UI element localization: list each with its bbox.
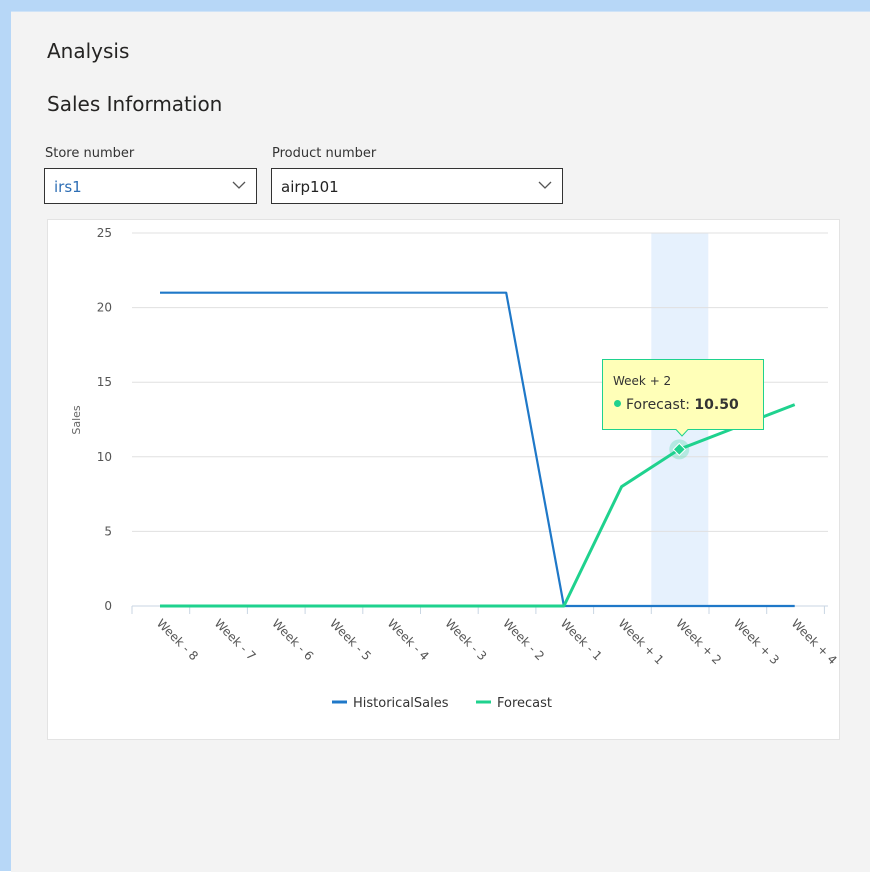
- tooltip-series-name: Forecast: [626, 397, 686, 413]
- tooltip-value: 10.50: [694, 397, 739, 413]
- y-tick-label: 10: [97, 450, 112, 464]
- y-tick-label: 20: [97, 301, 112, 315]
- product-number-value: airp101: [281, 178, 339, 196]
- x-tick-label: Week - 8: [154, 616, 201, 663]
- y-axis-label: Sales: [70, 405, 83, 435]
- chevron-down-icon: [538, 181, 552, 189]
- product-number-label: Product number: [272, 146, 377, 161]
- x-tick-label: Week + 4: [789, 616, 839, 667]
- x-tick-label: Week + 1: [615, 616, 666, 667]
- tooltip-title: Week + 2: [613, 374, 672, 388]
- store-number-dropdown[interactable]: irs1: [44, 168, 257, 204]
- chart-tooltip: Week + 2 Forecast: 10.50: [602, 359, 764, 437]
- x-tick-label: Week - 2: [500, 616, 547, 663]
- section-title: Sales Information: [47, 92, 223, 116]
- x-tick-label: Week + 3: [731, 616, 782, 667]
- sales-chart-container: 0 5 10 15 20 25 Sales Week - 8 Week - 7 Week - …: [47, 219, 840, 740]
- y-tick-label: 0: [104, 599, 112, 613]
- store-number-label: Store number: [45, 146, 135, 161]
- page-title: Analysis: [47, 39, 130, 63]
- legend-item-forecast[interactable]: Forecast: [497, 696, 552, 711]
- x-tick-label: Week - 6: [269, 616, 316, 663]
- x-tick-label: Week - 4: [385, 616, 432, 663]
- chevron-down-icon: [232, 181, 246, 189]
- sales-line-chart[interactable]: 0510152025 Sales Week - 8 Week - 7 Week - …: [48, 220, 840, 739]
- tooltip-series-dot: [614, 400, 621, 407]
- x-tick-label: Week + 2: [673, 616, 724, 667]
- product-number-dropdown[interactable]: airp101: [271, 168, 563, 204]
- y-tick-label: 25: [97, 226, 112, 240]
- x-tick-label: Week - 3: [442, 616, 489, 663]
- x-tick-label: Week - 1: [558, 616, 605, 663]
- x-tick-label: Week - 7: [212, 616, 259, 663]
- y-tick-label: 15: [97, 375, 112, 389]
- y-tick-label: 5: [104, 524, 112, 538]
- legend-item-historicalsales[interactable]: HistoricalSales: [353, 696, 449, 711]
- store-number-value: irs1: [54, 178, 82, 196]
- x-tick-label: Week - 5: [327, 616, 374, 663]
